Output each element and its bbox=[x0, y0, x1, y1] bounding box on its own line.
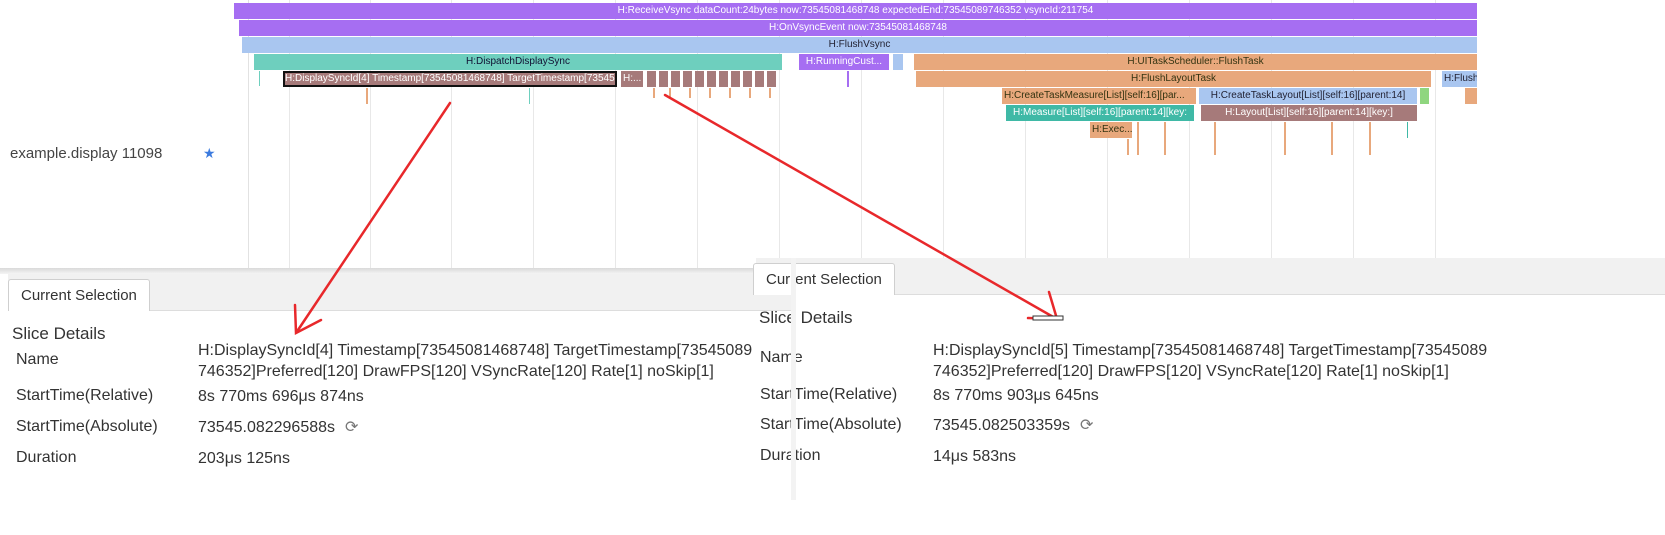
tick-mark bbox=[653, 88, 655, 98]
name-value: H:DisplaySyncId[5] Timestamp[73545081468… bbox=[933, 340, 1487, 382]
duration-value: 14μs 583ns bbox=[933, 448, 1017, 465]
tick-mark bbox=[529, 88, 530, 104]
name-label: Name bbox=[16, 351, 59, 368]
name-value-line: H:DisplaySyncId[5] Timestamp[73545081468… bbox=[933, 342, 1488, 359]
section-title: Slice Details bbox=[759, 308, 853, 327]
start-relative-label: StartTime(Relative) bbox=[760, 386, 898, 403]
process-name: example.display 11098 bbox=[10, 145, 163, 162]
tick-mark bbox=[749, 88, 751, 98]
start-absolute-label: StartTime(Absolute) bbox=[760, 416, 902, 433]
section-title: Slice Details bbox=[12, 324, 106, 343]
slice-exec[interactable]: H:Exec... bbox=[1090, 122, 1132, 138]
slice-on-vsync-event[interactable]: H:OnVsyncEvent now:73545081468748 bbox=[239, 20, 1477, 36]
tick-mark bbox=[769, 88, 771, 98]
start-absolute-row: 73545.082296588s ⟳ bbox=[198, 417, 358, 438]
name-value-line: 746352]Preferred[120] DrawFPS[120] VSync… bbox=[198, 363, 714, 380]
panel-separator bbox=[791, 258, 796, 500]
slice-display-sync-id-4[interactable]: H:DisplaySyncId[4] Timestamp[73545081468… bbox=[283, 71, 617, 87]
right-details-panel: Current Selection Slice Details Name H:D… bbox=[753, 258, 1665, 484]
slice-create-task-layout[interactable]: H:CreateTaskLayout[List][self:16][parent… bbox=[1199, 88, 1417, 104]
tick-mark bbox=[729, 88, 731, 98]
slice-ui-task-scheduler[interactable]: H:UITaskScheduler::FlushTask bbox=[914, 54, 1477, 70]
name-value-line: H:DisplaySyncId[4] Timestamp[73545081468… bbox=[198, 342, 753, 359]
tick-mark bbox=[1407, 122, 1408, 138]
tick-mark bbox=[1137, 122, 1139, 155]
trace-view: example.display 11098 ★ H:ReceiveVsync d… bbox=[0, 0, 1665, 274]
tick-mark bbox=[259, 71, 260, 86]
slice-flush-right[interactable]: H:Flush bbox=[1442, 71, 1477, 87]
trace-canvas[interactable]: H:ReceiveVsync dataCount:24bytes now:735… bbox=[234, 0, 1665, 272]
name-value: H:DisplaySyncId[4] Timestamp[73545081468… bbox=[198, 340, 752, 382]
slice-small-orange[interactable] bbox=[1465, 88, 1477, 104]
lane-label-column: example.display 11098 ★ bbox=[0, 0, 249, 272]
tick-mark bbox=[1214, 122, 1216, 155]
slice-dispatch-display-sync[interactable]: H:DispatchDisplaySync bbox=[254, 54, 782, 70]
slice-display-sync-group[interactable] bbox=[647, 71, 777, 87]
refresh-icon[interactable]: ⟳ bbox=[345, 417, 358, 438]
slice-small-green[interactable] bbox=[1420, 88, 1429, 104]
tick-mark bbox=[366, 88, 368, 104]
tick-mark bbox=[1164, 122, 1166, 155]
tab-row: Current Selection bbox=[8, 274, 800, 311]
tab-current-selection[interactable]: Current Selection bbox=[753, 263, 895, 295]
start-absolute-label: StartTime(Absolute) bbox=[16, 418, 158, 435]
tab-row: Current Selection bbox=[753, 258, 1665, 295]
tick-mark bbox=[1369, 122, 1371, 155]
slice-create-task-measure[interactable]: H:CreateTaskMeasure[List][self:16][par..… bbox=[1002, 88, 1196, 104]
tick-mark bbox=[1331, 122, 1333, 155]
slice-measure[interactable]: H:Measure[List][self:16][parent:14][key: bbox=[1006, 105, 1194, 121]
slice-flush-vsync[interactable]: H:FlushVsync bbox=[242, 37, 1477, 53]
refresh-icon[interactable]: ⟳ bbox=[1080, 415, 1093, 436]
start-absolute-value: 73545.082296588s bbox=[198, 419, 336, 436]
duration-label: Duration bbox=[16, 449, 77, 466]
star-icon[interactable]: ★ bbox=[203, 145, 216, 162]
slice-small-blue[interactable] bbox=[893, 54, 903, 70]
tick-mark bbox=[669, 88, 671, 98]
tick-mark bbox=[847, 71, 849, 87]
tick-mark bbox=[689, 88, 691, 98]
start-absolute-value: 73545.082503359s bbox=[933, 417, 1071, 434]
slice-flush-layout-task[interactable]: H:FlushLayoutTask bbox=[916, 71, 1431, 87]
slice-receive-vsync[interactable]: H:ReceiveVsync dataCount:24bytes now:735… bbox=[234, 3, 1477, 19]
start-relative-value: 8s 770ms 903μs 645ns bbox=[933, 387, 1099, 404]
start-absolute-row: 73545.082503359s ⟳ bbox=[933, 415, 1093, 436]
name-label: Name bbox=[760, 349, 803, 366]
tab-current-selection[interactable]: Current Selection bbox=[8, 279, 150, 311]
slice-layout[interactable]: H:Layout[List][self:16][parent:14][key:] bbox=[1201, 105, 1417, 121]
tick-mark bbox=[709, 88, 711, 98]
duration-value: 203μs 125ns bbox=[198, 450, 290, 467]
tick-mark bbox=[1284, 122, 1286, 155]
start-relative-value: 8s 770ms 696μs 874ns bbox=[198, 388, 364, 405]
left-details-panel: Current Selection Slice Details Name H:D… bbox=[8, 274, 800, 500]
slice-small-h[interactable]: H:... bbox=[621, 71, 643, 87]
start-relative-label: StartTime(Relative) bbox=[16, 387, 154, 404]
slice-running-custom[interactable]: H:RunningCust... bbox=[799, 54, 889, 70]
tick-mark bbox=[1127, 139, 1129, 155]
name-value-line: 746352]Preferred[120] DrawFPS[120] VSync… bbox=[933, 363, 1449, 380]
